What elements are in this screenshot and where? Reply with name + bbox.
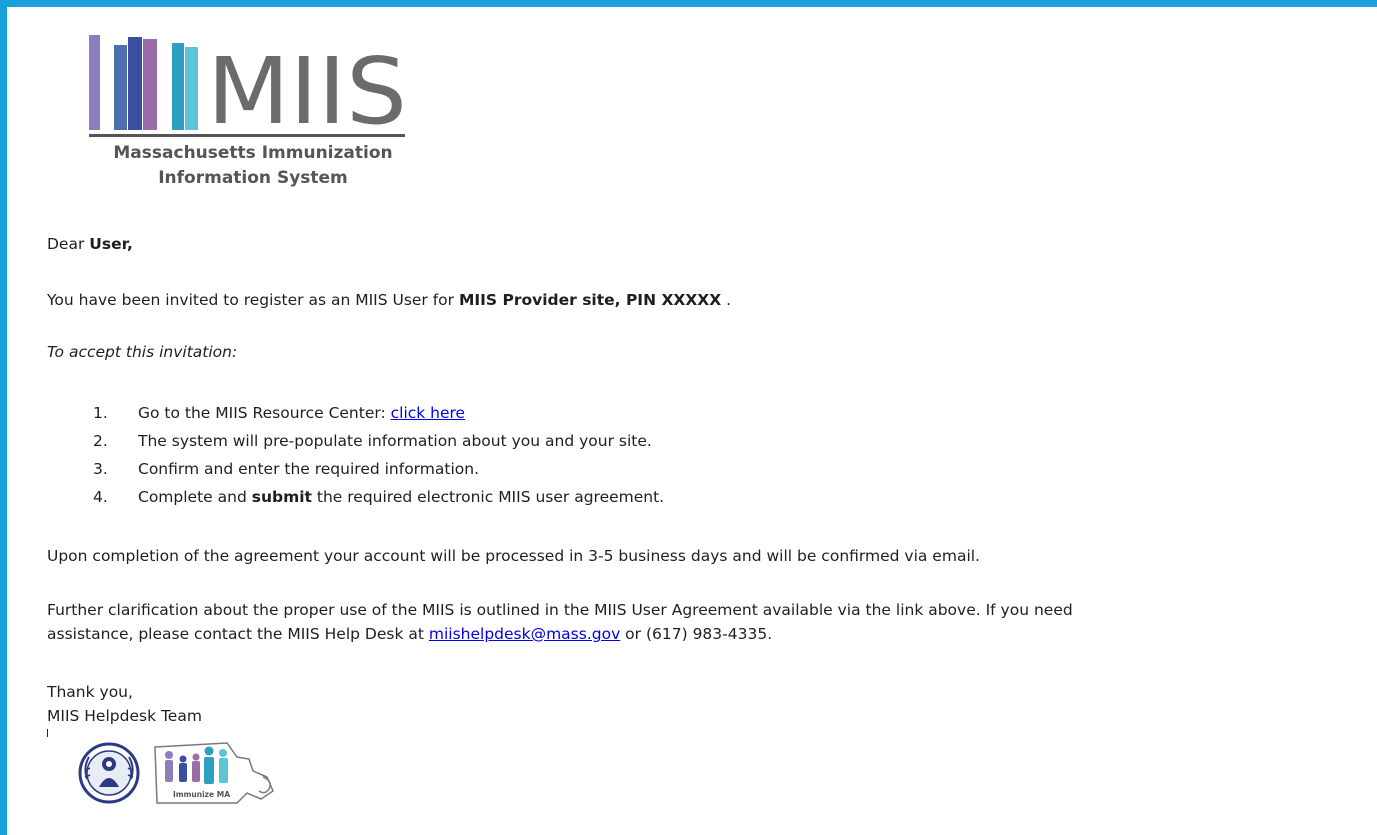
completion-text: Upon completion of the agreement your ac… [47,547,980,565]
closing: Thank you, MIIS Helpdesk Team [47,680,202,728]
email-frame: MIIS Massachusetts Immunization Informat… [0,0,1377,835]
list-item: 1. Go to the MIIS Resource Center: click… [47,399,664,427]
immunize-ma-label: Immunize MA [173,790,230,799]
step-text: The system will pre-populate information… [138,432,652,450]
logo-bar [89,35,100,130]
instructions-heading: To accept this invitation: [47,343,238,361]
invite-suffix: . [721,291,732,309]
clarification-line2-prefix: assistance, please contact the MIIS Help… [47,625,429,643]
miis-logo: MIIS Massachusetts Immunization Informat… [83,27,423,202]
helpdesk-email-link[interactable]: miishelpdesk@mass.gov [429,625,620,643]
invite-prefix: You have been invited to register as an … [47,291,459,309]
miis-logo-graphic: MIIS [89,35,407,145]
logo-rule [89,134,405,137]
step-text-suffix: the required electronic MIIS user agreem… [311,488,665,506]
clarification-line2: assistance, please contact the MIIS Help… [47,622,1073,646]
text-cursor [47,729,48,737]
step-text-prefix: Complete and [138,488,252,506]
logo-bar [143,39,157,130]
step-number: 2. [93,432,108,450]
clarification-line1: Further clarification about the proper u… [47,601,1073,619]
greeting: Dear User, [47,232,133,256]
logo-bar [128,37,142,130]
step-text-bold: submit [251,488,312,506]
steps-list: 1. Go to the MIIS Resource Center: click… [47,399,664,511]
logo-subtitle-line1: Massachusetts Immunization [113,143,393,163]
resource-center-link[interactable]: click here [391,404,466,422]
step-number: 1. [93,404,108,422]
logo-bar [185,47,198,130]
logo-subtitle-line2: Information System [158,168,348,188]
logo-title: MIIS [207,38,407,139]
step-number: 3. [93,460,108,478]
step-number: 4. [93,488,108,506]
list-item: 3. Confirm and enter the required inform… [47,455,664,483]
greeting-name: User, [89,235,133,253]
signature-logos: Immunize MA [77,737,282,807]
greeting-prefix: Dear [47,235,90,253]
state-seal-icon [78,742,140,804]
invite-site: MIIS Provider site, PIN XXXXX [458,291,722,309]
invite-line: You have been invited to register as an … [47,288,731,312]
step-text: Go to the MIIS Resource Center: [138,404,391,422]
logo-subtitle: Massachusetts Immunization Information S… [83,141,423,191]
signature-text: MIIS Helpdesk Team [47,707,202,725]
immunize-ma-icon: Immunize MA [154,742,274,804]
logo-bar [114,45,127,130]
list-item: 2. The system will pre-populate informat… [47,427,664,455]
clarification-text: Further clarification about the proper u… [47,598,1073,646]
logo-bar [172,43,184,130]
step-text: Confirm and enter the required informati… [138,460,479,478]
closing-text: Thank you, [47,683,133,701]
list-item: 4. Complete and submit the required elec… [47,483,664,511]
clarification-line2-suffix: or (617) 983-4335. [620,625,773,643]
